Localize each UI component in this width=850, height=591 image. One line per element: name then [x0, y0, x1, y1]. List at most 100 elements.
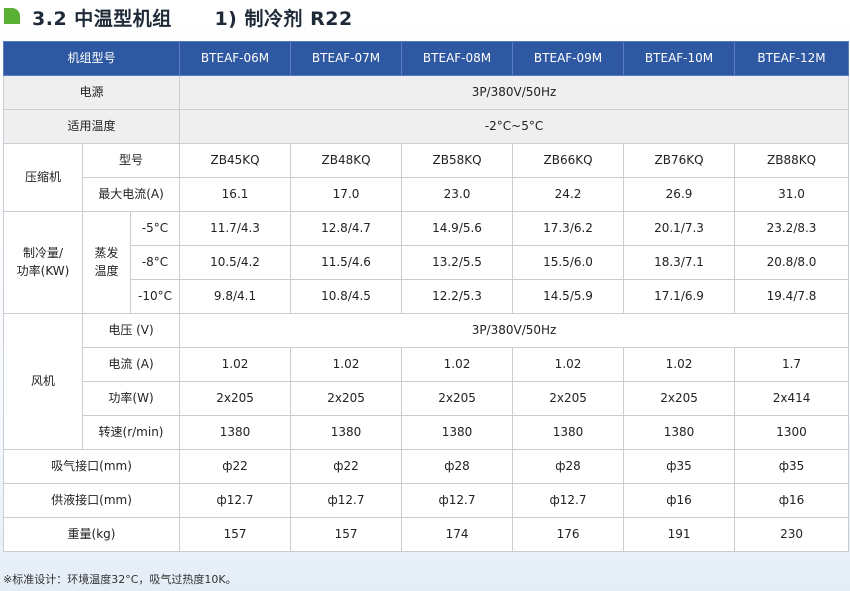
cooling-capacity-label: 制冷量/ 功率(KW)	[3, 211, 83, 314]
fan-power: 2x205	[401, 381, 514, 416]
suction-size: ф35	[623, 449, 736, 484]
compressor-model: ZB76KQ	[623, 143, 736, 178]
compressor-current: 16.1	[179, 177, 292, 212]
suction-label: 吸气接口(mm)	[2, 449, 181, 484]
cooling-value: 14.9/5.6	[401, 211, 514, 246]
compressor-current: 26.9	[623, 177, 736, 212]
temp-range-value: -2°C~5°C	[179, 109, 850, 144]
evap-temp: -8°C	[129, 245, 181, 280]
weight-row: 重量(kg) 157 157 174 176 191 230	[2, 517, 850, 552]
power-row: 电源 3P/380V/50Hz	[2, 75, 850, 110]
spec-table: 机组型号 BTEAF-06M BTEAF-07M BTEAF-08M BTEAF…	[2, 41, 850, 552]
section-header: 3.2 中温型机组 1) 制冷剂 R22	[0, 0, 850, 36]
fan-current-row: 电流 (A) 1.02 1.02 1.02 1.02 1.02 1.7	[4, 347, 850, 382]
cooling-value: 20.1/7.3	[623, 211, 736, 246]
fan-power: 2x205	[512, 381, 625, 416]
weight-value: 191	[623, 517, 736, 552]
temp-range-label: 适用温度	[2, 109, 181, 144]
compressor-model: ZB66KQ	[512, 143, 625, 178]
cooling-value: 18.3/7.1	[623, 245, 736, 280]
weight-value: 230	[734, 517, 850, 552]
weight-value: 157	[179, 517, 292, 552]
evap-temp: -10°C	[129, 279, 181, 314]
liquid-size: ф16	[734, 483, 850, 518]
model-header-row: 机组型号 BTEAF-06M BTEAF-07M BTEAF-08M BTEAF…	[2, 41, 850, 76]
cooling-value: 13.2/5.5	[401, 245, 514, 280]
evap-temp: -5°C	[129, 211, 181, 246]
fan-power: 2x205	[290, 381, 403, 416]
compressor-current: 24.2	[512, 177, 625, 212]
fan-power: 2x205	[623, 381, 736, 416]
liquid-size: ф12.7	[401, 483, 514, 518]
model-name: BTEAF-09M	[512, 41, 625, 76]
compressor-current: 23.0	[401, 177, 514, 212]
cooling-value: 9.8/4.1	[179, 279, 292, 314]
section-marker-icon	[4, 8, 20, 24]
suction-row: 吸气接口(mm) ф22 ф22 ф28 ф28 ф35 ф35	[2, 449, 850, 484]
weight-value: 157	[290, 517, 403, 552]
model-name: BTEAF-06M	[179, 41, 292, 76]
evap-temp-label: 蒸发 温度	[82, 211, 131, 314]
cooling-value: 20.8/8.0	[734, 245, 850, 280]
suction-size: ф28	[401, 449, 514, 484]
model-name: BTEAF-12M	[734, 41, 850, 76]
cooling-value: 10.8/4.5	[290, 279, 403, 314]
fan-speed: 1380	[623, 415, 736, 450]
fan-current: 1.02	[290, 347, 403, 382]
model-name: BTEAF-08M	[401, 41, 514, 76]
fan-current: 1.02	[512, 347, 625, 382]
compressor-current-label: 最大电流(A)	[81, 177, 181, 212]
model-label: 机组型号	[2, 41, 181, 76]
model-name: BTEAF-10M	[623, 41, 736, 76]
weight-label: 重量(kg)	[2, 517, 181, 552]
liquid-size: ф16	[623, 483, 736, 518]
compressor-model-label: 型号	[81, 143, 181, 178]
fan-power-label: 功率(W)	[81, 381, 181, 416]
suction-size: ф22	[179, 449, 292, 484]
liquid-label: 供液接口(mm)	[2, 483, 181, 518]
cooling-value: 10.5/4.2	[179, 245, 292, 280]
compressor-label: 压缩机	[3, 143, 83, 212]
fan-power-row: 功率(W) 2x205 2x205 2x205 2x205 2x205 2x41…	[4, 381, 850, 416]
cooling-value: 12.8/4.7	[290, 211, 403, 246]
suction-size: ф22	[290, 449, 403, 484]
cooling-value: 12.2/5.3	[401, 279, 514, 314]
compressor-model: ZB45KQ	[179, 143, 292, 178]
fan-current-label: 电流 (A)	[81, 347, 181, 382]
fan-voltage-value: 3P/380V/50Hz	[179, 313, 850, 348]
liquid-size: ф12.7	[179, 483, 292, 518]
fan-speed: 1380	[290, 415, 403, 450]
section-title: 3.2 中温型机组 1) 制冷剂 R22	[32, 8, 353, 30]
liquid-row: 供液接口(mm) ф12.7 ф12.7 ф12.7 ф12.7 ф16 ф16	[2, 483, 850, 518]
cooling-value: 23.2/8.3	[734, 211, 850, 246]
fan-current: 1.02	[179, 347, 292, 382]
weight-value: 176	[512, 517, 625, 552]
fan-speed-label: 转速(r/min)	[81, 415, 181, 450]
fan-current: 1.7	[734, 347, 850, 382]
fan-speed: 1380	[179, 415, 292, 450]
fan-label: 风机	[3, 313, 83, 450]
compressor-current: 17.0	[290, 177, 403, 212]
fan-speed-row: 转速(r/min) 1380 1380 1380 1380 1380 1300	[4, 415, 850, 450]
cooling-value: 14.5/5.9	[512, 279, 625, 314]
compressor-model: ZB58KQ	[401, 143, 514, 178]
cooling-value: 17.1/6.9	[623, 279, 736, 314]
cooling-label-line1: 制冷量/	[22, 246, 64, 261]
power-value: 3P/380V/50Hz	[179, 75, 850, 110]
liquid-size: ф12.7	[512, 483, 625, 518]
model-name: BTEAF-07M	[290, 41, 403, 76]
fan-speed: 1380	[401, 415, 514, 450]
suction-size: ф35	[734, 449, 850, 484]
cooling-value: 17.3/6.2	[512, 211, 625, 246]
evap-label-line2: 温度	[94, 263, 119, 278]
fan-power: 2x414	[734, 381, 850, 416]
footnote: ※标准设计：环境温度32°C，吸气过热度10K。	[3, 573, 237, 586]
fan-power: 2x205	[179, 381, 292, 416]
fan-voltage-label: 电压 (V)	[81, 313, 181, 348]
cooling-value: 11.7/4.3	[179, 211, 292, 246]
compressor-model: ZB48KQ	[290, 143, 403, 178]
cooling-value: 19.4/7.8	[734, 279, 850, 314]
cooling-row: -8°C 10.5/4.2 11.5/4.6 13.2/5.5 15.5/6.0…	[4, 245, 850, 280]
fan-speed: 1300	[734, 415, 850, 450]
compressor-current: 31.0	[734, 177, 850, 212]
